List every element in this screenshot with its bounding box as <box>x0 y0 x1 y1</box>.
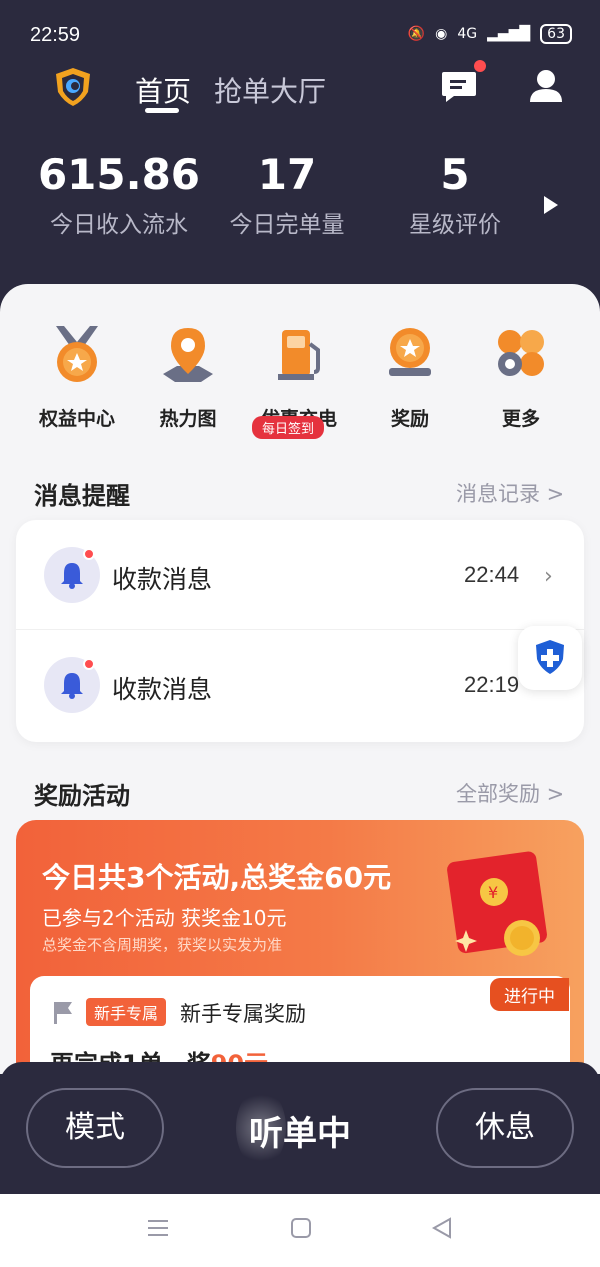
list-item[interactable]: 收款消息 22:44 › <box>16 520 584 630</box>
active-tab-indicator <box>145 108 179 113</box>
stats-row[interactable]: 615.86 今日收入流水 17 今日完单量 5 星级评价 <box>0 150 600 260</box>
message-icon[interactable] <box>440 70 478 104</box>
message-list: 收款消息 22:44 › 收款消息 22:19 <box>16 520 584 742</box>
quick-actions: 权益中心 热力图 优惠充电 <box>0 324 600 439</box>
menu-icon[interactable] <box>146 1216 170 1240</box>
system-nav-bar <box>0 1194 600 1267</box>
reward-activity-card[interactable]: 今日共3个活动,总奖金60元 已参与2个活动 获奖金10元 总奖金不含周期奖，获… <box>16 820 584 1074</box>
stat-rating-label: 星级评价 <box>409 212 501 238</box>
daily-checkin-badge[interactable]: 每日签到 <box>252 416 325 439</box>
mute-icon: 🔕 <box>407 26 426 42</box>
stat-orders-value: 17 <box>257 150 317 199</box>
tab-order-hall[interactable]: 抢单大厅 <box>214 70 326 110</box>
unread-dot <box>83 548 95 560</box>
quick-action-charging[interactable]: 优惠充电 <box>244 324 354 431</box>
medal-icon <box>56 326 98 382</box>
app-header: 22:59 🔕 ◉ 4G ▂▄▆█ 63 首页 抢单大厅 615.86 今日收入… <box>0 0 600 310</box>
all-rewards-link[interactable]: 全部奖励 > <box>456 778 564 808</box>
safety-shield-button[interactable] <box>518 626 582 690</box>
message-unread-dot <box>474 60 486 72</box>
stat-income-value: 615.86 <box>37 150 201 199</box>
list-item[interactable]: 收款消息 22:19 <box>16 630 584 740</box>
stat-rating-value: 5 <box>440 150 470 199</box>
user-profile-icon[interactable] <box>528 68 564 104</box>
quick-action-heatmap[interactable]: 热力图 <box>133 324 243 431</box>
network-label: 4G <box>457 26 478 42</box>
message-time: 22:44 <box>464 562 520 587</box>
quick-action-benefits[interactable]: 权益中心 <box>22 324 132 431</box>
rewards-section-title: 奖励活动 <box>34 782 130 810</box>
quick-action-rewards[interactable]: 奖励 <box>355 324 465 431</box>
red-envelope-icon: ¥ <box>447 851 547 956</box>
stat-income-label: 今日收入流水 <box>50 212 188 238</box>
shield-plus-icon <box>536 640 564 674</box>
fuel-pump-icon <box>278 330 320 380</box>
bell-icon <box>61 563 83 589</box>
signal-icon: ▂▄▆█ <box>487 26 531 42</box>
map-pin-icon <box>163 328 213 382</box>
tab-home[interactable]: 首页 <box>135 70 191 110</box>
flag-icon <box>54 1002 72 1024</box>
unread-dot <box>83 658 95 670</box>
message-history-link[interactable]: 消息记录 > <box>456 478 564 508</box>
newbie-tag: 新手专属 <box>86 998 167 1026</box>
reward-note: 总奖金不含周期奖，获奖以实发为准 <box>42 936 283 954</box>
home-square-icon[interactable] <box>289 1216 313 1240</box>
messages-section-title: 消息提醒 <box>34 482 130 510</box>
status-bar: 22:59 🔕 ◉ 4G ▂▄▆█ 63 <box>0 0 600 70</box>
listening-status[interactable]: 听单中 <box>230 1106 370 1155</box>
quick-action-more[interactable]: 更多 <box>466 324 576 431</box>
reward-item-title: 新手专属奖励 <box>180 1002 306 1026</box>
quick-action-label: 更多 <box>501 408 540 430</box>
stat-income[interactable]: 615.86 今日收入流水 <box>34 150 204 239</box>
main-content: 权益中心 热力图 优惠充电 <box>0 284 600 1074</box>
stat-orders-label: 今日完单量 <box>229 212 345 238</box>
reward-item-card[interactable]: 新手专属 新手专属奖励 再完成1单，奖90元 <box>30 976 570 1074</box>
reward-subline: 已参与2个活动 获奖金10元 <box>42 906 287 930</box>
mode-button[interactable]: 模式 <box>26 1088 164 1168</box>
message-time: 22:19 <box>464 672 520 697</box>
bell-icon <box>61 673 83 699</box>
message-title: 收款消息 <box>112 565 213 594</box>
stat-rating[interactable]: 5 星级评价 <box>370 150 540 239</box>
stats-expand-arrow-icon[interactable] <box>544 196 558 214</box>
reward-headline: 今日共3个活动,总奖金60元 <box>42 861 392 894</box>
status-icons: 🔕 ◉ 4G ▂▄▆█ 63 <box>408 24 572 44</box>
back-triangle-icon[interactable] <box>430 1216 454 1240</box>
quick-action-label: 权益中心 <box>38 408 115 430</box>
more-grid-icon <box>498 330 544 376</box>
battery-level: 63 <box>540 24 572 44</box>
reward-status-badge: 进行中 <box>490 978 569 1011</box>
quick-action-label: 奖励 <box>390 408 429 430</box>
chevron-right-icon: › <box>544 564 553 589</box>
stat-orders[interactable]: 17 今日完单量 <box>202 150 372 239</box>
status-time: 22:59 <box>30 24 81 46</box>
location-icon: ◉ <box>435 26 448 42</box>
svg-text:¥: ¥ <box>488 883 498 902</box>
award-icon <box>389 328 431 376</box>
quick-action-label: 热力图 <box>159 408 217 430</box>
app-logo-icon <box>56 68 90 106</box>
message-title: 收款消息 <box>112 675 213 704</box>
top-nav: 首页 抢单大厅 <box>0 60 600 113</box>
rest-button[interactable]: 休息 <box>436 1088 574 1168</box>
bottom-action-bar: 模式 听单中 休息 <box>0 1062 600 1194</box>
